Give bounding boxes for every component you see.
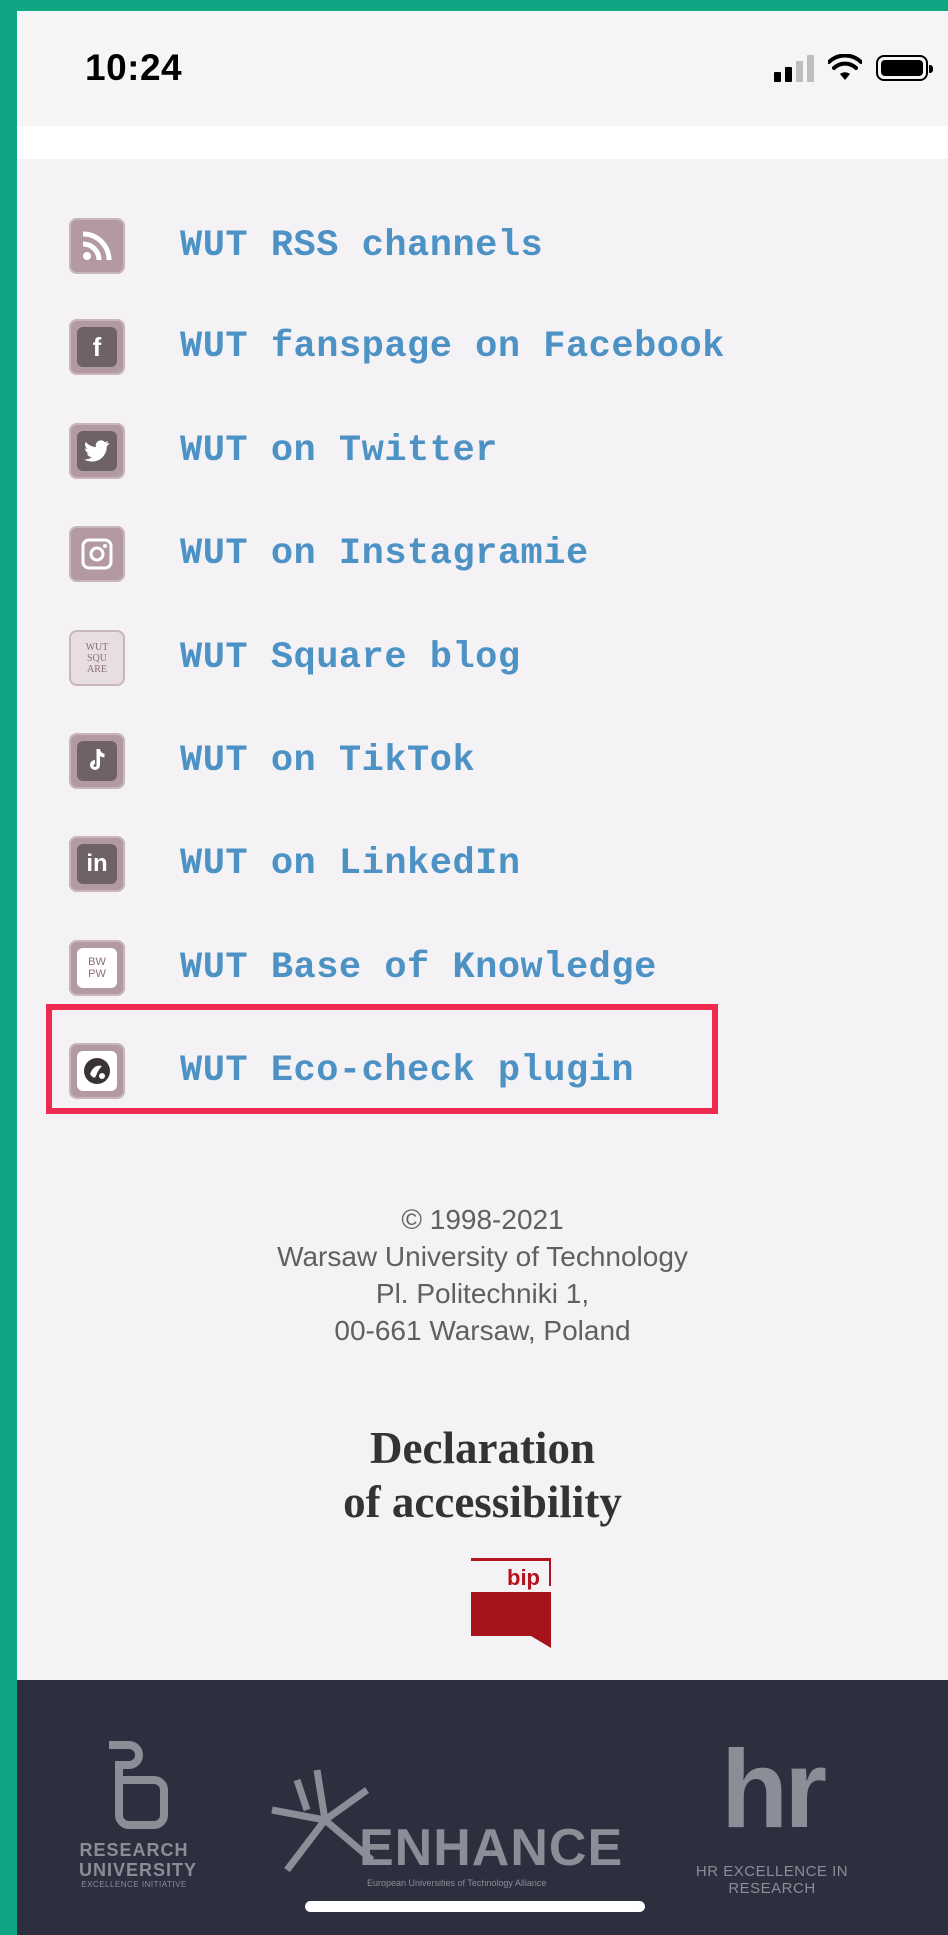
research-university-subtext: EXCELLENCE INITIATIVE — [81, 1880, 187, 1889]
link-base-of-knowledge[interactable]: BW PW WUT Base of Knowledge — [69, 938, 657, 998]
hr-text: hr — [721, 1728, 827, 1851]
link-label: WUT RSS channels — [180, 225, 544, 267]
rss-icon — [69, 218, 125, 274]
link-label: WUT on LinkedIn — [180, 843, 521, 885]
link-facebook[interactable]: f WUT fanspage on Facebook — [69, 317, 725, 377]
declaration-of-accessibility-link[interactable]: Declaration of accessibility — [17, 1421, 948, 1529]
enhance-subtext: European Universities of Technology Alli… — [367, 1878, 547, 1888]
enhance-logo[interactable]: ENHANCE European Universities of Technol… — [267, 1750, 622, 1890]
partner-logos-band: RESEARCH UNIVERSITY EXCELLENCE INITIATIV… — [17, 1680, 948, 1935]
city-address: 00-661 Warsaw, Poland — [334, 1315, 631, 1346]
status-bar: 10:24 — [17, 11, 948, 126]
cellular-signal-icon — [774, 54, 814, 82]
bwpw-icon: BW PW — [69, 940, 125, 996]
status-icons — [774, 51, 933, 85]
link-twitter[interactable]: WUT on Twitter — [69, 421, 498, 481]
link-label: WUT on Twitter — [180, 430, 498, 472]
phone-screen: 10:24 WUT RSS channels f WUT fanspage on… — [17, 11, 948, 1935]
declaration-line-1: Declaration — [370, 1423, 595, 1473]
link-label: WUT Base of Knowledge — [180, 947, 657, 989]
link-label: WUT Square blog — [180, 637, 521, 679]
wut-square-icon: WUT SQU ARE — [69, 630, 125, 686]
link-instagram[interactable]: WUT on Instagramie — [69, 524, 589, 584]
research-university-text: RESEARCH — [79, 1840, 189, 1860]
home-indicator[interactable] — [305, 1901, 645, 1912]
instagram-icon — [69, 526, 125, 582]
hr-excellence-logo[interactable]: hr HR EXCELLENCE IN RESEARCH — [657, 1728, 887, 1898]
link-label: WUT fanspage on Facebook — [180, 326, 725, 368]
street-address: Pl. Politechniki 1, — [375, 1278, 590, 1309]
enhance-text: ENHANCE — [359, 1819, 624, 1877]
research-university-mark-icon — [99, 1740, 169, 1840]
link-linkedin[interactable]: in WUT on LinkedIn — [69, 834, 521, 894]
wifi-icon — [828, 54, 862, 80]
link-eco-check[interactable]: WUT Eco-check plugin — [69, 1041, 634, 1101]
status-time: 10:24 — [85, 47, 183, 88]
eco-check-icon — [69, 1043, 125, 1099]
hr-subtext: HR EXCELLENCE IN RESEARCH — [695, 1863, 849, 1897]
facebook-icon: f — [69, 319, 125, 375]
link-rss[interactable]: WUT RSS channels — [69, 216, 543, 276]
header-divider — [17, 126, 948, 159]
linkedin-icon: in — [69, 836, 125, 892]
link-wut-square[interactable]: WUT SQU ARE WUT Square blog — [69, 628, 521, 688]
link-tiktok[interactable]: WUT on TikTok — [69, 731, 475, 791]
twitter-icon — [69, 423, 125, 479]
research-university-logo[interactable]: RESEARCH UNIVERSITY EXCELLENCE INITIATIV… — [79, 1740, 198, 1889]
copyright: © 1998-2021 — [401, 1204, 564, 1235]
link-label: WUT on Instagramie — [180, 533, 589, 575]
research-university-text-2: UNIVERSITY — [79, 1860, 198, 1880]
bip-icon: bip — [471, 1558, 551, 1648]
footer-address: © 1998-2021 Warsaw University of Technol… — [17, 1201, 948, 1349]
bip-logo-link[interactable]: bip — [471, 1558, 551, 1648]
link-label: WUT Eco-check plugin — [180, 1050, 635, 1092]
battery-icon — [876, 55, 933, 81]
university-name: Warsaw University of Technology — [277, 1241, 688, 1272]
link-label: WUT on TikTok — [180, 740, 476, 782]
declaration-line-2: of accessibility — [343, 1477, 622, 1527]
svg-text:bip: bip — [507, 1565, 540, 1590]
tiktok-icon — [69, 733, 125, 789]
